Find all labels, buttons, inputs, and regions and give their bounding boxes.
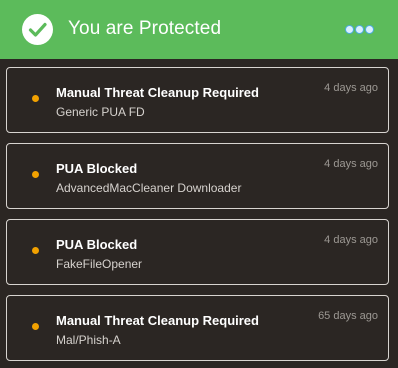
more-dots-icon xyxy=(345,25,354,34)
alert-bullet-icon xyxy=(32,95,39,102)
status-header: You are Protected xyxy=(0,0,398,59)
alert-title: PUA Blocked xyxy=(56,237,138,252)
checkmark-circle-icon xyxy=(22,14,53,45)
alert-detail: Generic PUA FD xyxy=(56,105,145,119)
status-title: You are Protected xyxy=(68,18,222,39)
protection-status-panel: You are Protected Manual Threat Cleanup … xyxy=(0,0,398,368)
alert-time: 4 days ago xyxy=(324,234,378,246)
alert-time: 65 days ago xyxy=(318,310,378,322)
alert-item[interactable]: PUA Blocked FakeFileOpener 4 days ago xyxy=(6,219,389,285)
more-dots-icon xyxy=(365,25,374,34)
alert-bullet-icon xyxy=(32,171,39,178)
alert-bullet-icon xyxy=(32,323,39,330)
alert-title: Manual Threat Cleanup Required xyxy=(56,313,259,328)
alert-item[interactable]: Manual Threat Cleanup Required Generic P… xyxy=(6,67,389,133)
alert-detail: AdvancedMacCleaner Downloader xyxy=(56,181,242,195)
alert-item[interactable]: Manual Threat Cleanup Required Mal/Phish… xyxy=(6,295,389,361)
alert-title: Manual Threat Cleanup Required xyxy=(56,85,259,100)
alert-item[interactable]: PUA Blocked AdvancedMacCleaner Downloade… xyxy=(6,143,389,209)
more-dots-icon xyxy=(355,25,364,34)
alert-bullet-icon xyxy=(32,247,39,254)
alert-title: PUA Blocked xyxy=(56,161,138,176)
more-options-button[interactable] xyxy=(344,23,376,36)
alert-time: 4 days ago xyxy=(324,82,378,94)
alert-detail: Mal/Phish-A xyxy=(56,333,121,347)
alert-detail: FakeFileOpener xyxy=(56,257,143,271)
alert-time: 4 days ago xyxy=(324,158,378,170)
